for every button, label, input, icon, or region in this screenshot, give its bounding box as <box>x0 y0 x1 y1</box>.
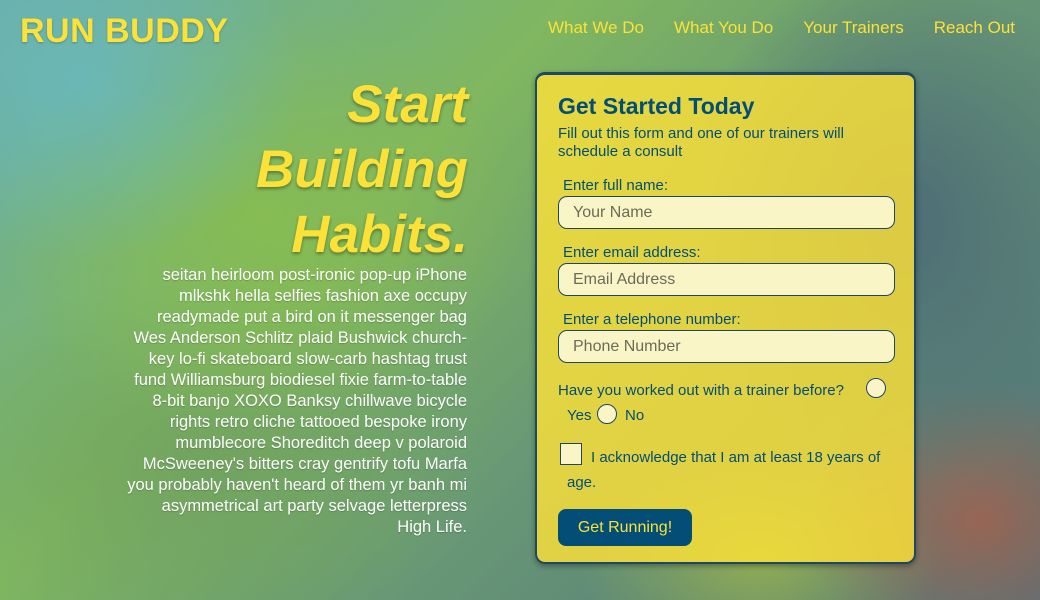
hero-title-line: Start <box>347 75 468 134</box>
phone-label: Enter a telephone number: <box>563 311 741 328</box>
name-input[interactable] <box>558 196 895 229</box>
trainer-no-label: No <box>625 407 645 424</box>
phone-input[interactable] <box>558 330 895 363</box>
trainer-yes-label: Yes <box>567 407 592 424</box>
brand-logo[interactable]: RUN BUDDY <box>20 12 229 51</box>
get-started-form: Get Started Today Fill out this form and… <box>535 72 916 564</box>
nav-link-what-we-do[interactable]: What We Do <box>548 18 644 38</box>
hero-body-text: seitan heirloom post-ironic pop-up iPhon… <box>127 266 467 536</box>
email-label: Enter email address: <box>563 244 701 261</box>
hero-title: Start Building Habits. <box>180 72 468 267</box>
nav-link-your-trainers[interactable]: Your Trainers <box>803 18 903 38</box>
hero-title-line: Habits. <box>291 205 468 264</box>
trainer-no-radio[interactable] <box>597 404 617 424</box>
nav-link-what-you-do[interactable]: What You Do <box>674 18 773 38</box>
hero-title-line: Building <box>256 140 468 199</box>
get-running-button[interactable]: Get Running! <box>558 509 692 546</box>
email-input[interactable] <box>558 263 895 296</box>
trainer-question: Have you worked out with a trainer befor… <box>558 382 844 399</box>
trainer-yes-radio[interactable] <box>866 378 886 398</box>
nav-link-reach-out[interactable]: Reach Out <box>934 18 1015 38</box>
form-subtitle: Fill out this form and one of our traine… <box>558 125 844 160</box>
main-nav: What We Do What You Do Your Trainers Rea… <box>548 18 1015 38</box>
form-title: Get Started Today <box>558 93 755 119</box>
name-label: Enter full name: <box>563 177 669 194</box>
age-ack-label: I acknowledge that I am at least 18 year… <box>567 449 881 491</box>
